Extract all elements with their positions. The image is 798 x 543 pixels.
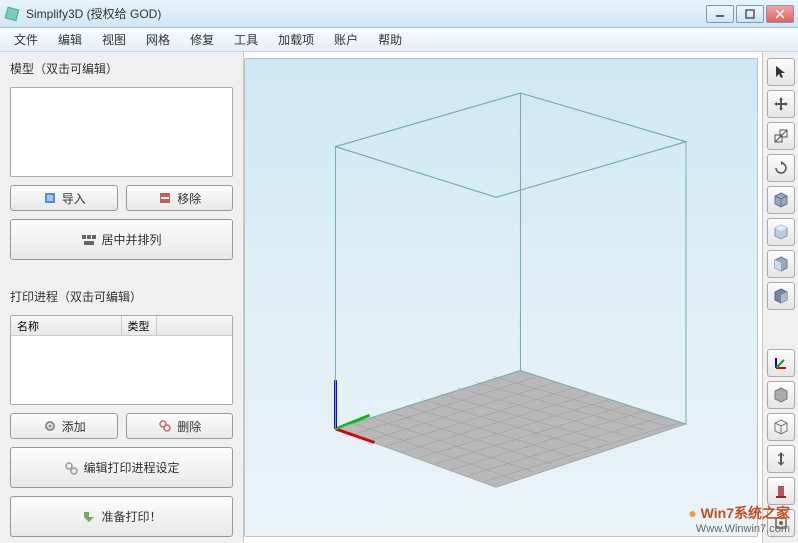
close-button[interactable] [766, 5, 794, 23]
sidebar: 模型（双击可编辑） 导入 移除 居中并排列 打印进程（双击可编辑） 名称 类型 [0, 52, 244, 543]
add-label: 添加 [62, 418, 86, 435]
menu-tools[interactable]: 工具 [224, 31, 268, 48]
menu-help[interactable]: 帮助 [368, 31, 412, 48]
minimize-button[interactable] [706, 5, 734, 23]
edit-label: 编辑打印进程设定 [83, 459, 179, 476]
remove-icon [157, 190, 173, 206]
crosssection-icon[interactable] [767, 445, 795, 473]
window-controls [706, 5, 794, 23]
solid-view-icon[interactable] [767, 381, 795, 409]
models-list[interactable] [10, 87, 233, 177]
process-list[interactable]: 名称 类型 [10, 315, 233, 405]
view-front-icon[interactable] [767, 250, 795, 278]
menu-view[interactable]: 视图 [92, 31, 136, 48]
menu-mesh[interactable]: 网格 [136, 31, 180, 48]
scale-tool[interactable] [767, 122, 795, 150]
titlebar: Simplify3D (授权给 GOD) [0, 0, 798, 28]
menu-account[interactable]: 账户 [324, 31, 368, 48]
import-icon [42, 190, 58, 206]
view-top-icon[interactable] [767, 218, 795, 246]
col-name[interactable]: 名称 [11, 316, 122, 335]
rotate-tool[interactable] [767, 154, 795, 182]
build-volume-cube [245, 59, 757, 536]
axis-widget-icon[interactable] [767, 349, 795, 377]
col-type[interactable]: 类型 [122, 316, 157, 335]
support-icon[interactable] [767, 477, 795, 505]
remove-label: 移除 [177, 190, 201, 207]
delete-label: 删除 [177, 418, 201, 435]
gear-add-icon [42, 418, 58, 434]
view-iso-icon[interactable] [767, 186, 795, 214]
move-tool[interactable] [767, 90, 795, 118]
menu-edit[interactable]: 编辑 [48, 31, 92, 48]
3d-viewport[interactable] [244, 58, 758, 537]
remove-button[interactable]: 移除 [126, 185, 234, 211]
app-icon [4, 6, 20, 22]
prepare-label: 准备打印！ [101, 508, 161, 525]
gear-icon [63, 460, 79, 476]
delete-process-button[interactable]: 删除 [126, 413, 234, 439]
view-side-icon[interactable] [767, 282, 795, 310]
prepare-print-button[interactable]: 准备打印！ [10, 496, 233, 537]
import-label: 导入 [62, 190, 86, 207]
build-plate [336, 371, 686, 488]
menu-file[interactable]: 文件 [4, 31, 48, 48]
select-tool[interactable] [767, 58, 795, 86]
arrange-icon [81, 232, 97, 248]
import-button[interactable]: 导入 [10, 185, 118, 211]
gear-delete-icon [157, 418, 173, 434]
window-title: Simplify3D (授权给 GOD) [26, 5, 706, 22]
maximize-button[interactable] [736, 5, 764, 23]
models-panel-label: 模型（双击可编辑） [10, 58, 233, 79]
print-icon [81, 509, 97, 525]
process-list-header: 名称 类型 [11, 316, 232, 336]
process-panel-label: 打印进程（双击可编辑） [10, 286, 233, 307]
machine-control-icon[interactable] [767, 509, 795, 537]
center-arrange-button[interactable]: 居中并排列 [10, 219, 233, 260]
menu-addons[interactable]: 加载项 [268, 31, 324, 48]
menu-repair[interactable]: 修复 [180, 31, 224, 48]
menubar: 文件 编辑 视图 网格 修复 工具 加载项 账户 帮助 [0, 28, 798, 52]
wireframe-view-icon[interactable] [767, 413, 795, 441]
right-toolbar [762, 52, 798, 543]
center-label: 居中并排列 [101, 231, 161, 248]
add-process-button[interactable]: 添加 [10, 413, 118, 439]
edit-process-button[interactable]: 编辑打印进程设定 [10, 447, 233, 488]
